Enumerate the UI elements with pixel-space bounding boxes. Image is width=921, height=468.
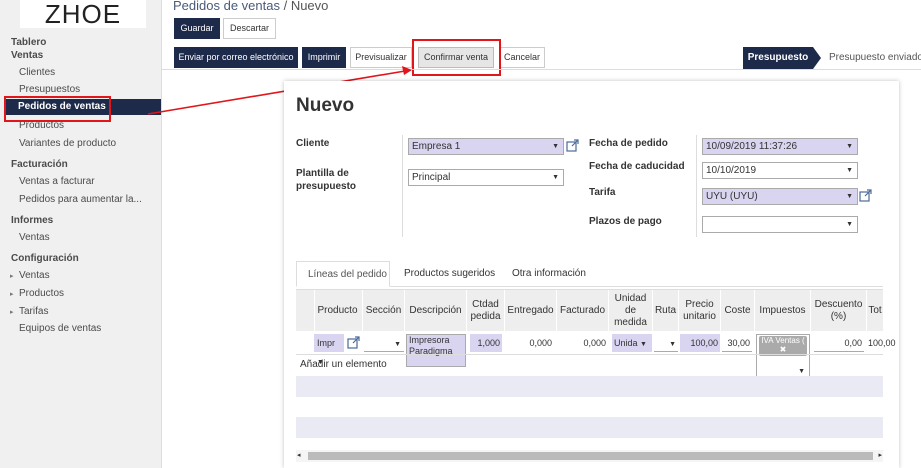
column-header[interactable]: Sección — [362, 290, 404, 332]
expiry-date-label: Fecha de caducidad — [589, 161, 685, 172]
column-header[interactable]: Descripción — [404, 290, 466, 332]
scroll-left-icon[interactable]: ◂ — [297, 450, 301, 462]
column-header[interactable]: Unidad de medida — [608, 290, 652, 332]
close-icon[interactable]: ✖ — [780, 345, 787, 354]
pricelist-label: Tarifa — [589, 187, 616, 198]
payment-terms-field[interactable]: ▼ — [702, 216, 858, 233]
pricelist-value: UYU (UYU) — [706, 191, 758, 202]
total-cell: 100,00 — [868, 338, 896, 348]
divider — [402, 135, 403, 237]
cost-cell[interactable]: 30,00 — [722, 334, 752, 352]
chevron-down-icon: ▼ — [640, 341, 647, 348]
section-cell[interactable]: ▼ — [364, 334, 404, 352]
column-header[interactable]: Tot — [866, 290, 883, 332]
table-header: Producto Sección Descripción Ctdad pedid… — [296, 289, 883, 332]
column-header[interactable]: Ruta — [652, 290, 678, 332]
tax-cell[interactable]: IVA Ventas (✖ ▼ — [756, 334, 810, 380]
order-date-value: 10/09/2019 11:37:26 — [706, 141, 798, 152]
template-label: Plantilla de presupuesto — [296, 168, 357, 192]
expiry-date-value: 10/10/2019 — [706, 165, 757, 176]
expiry-date-field[interactable]: 10/10/2019 ▼ — [702, 162, 858, 179]
template-value: Principal — [412, 172, 451, 183]
external-link-icon[interactable] — [347, 336, 360, 349]
column-header[interactable]: Facturado — [556, 290, 608, 332]
column-header[interactable]: Descuento (%) — [810, 290, 866, 332]
payment-terms-label: Plazos de pago — [589, 216, 662, 227]
column-header[interactable]: Ctdad pedida — [466, 290, 504, 332]
invoiced-cell: 0,000 — [583, 338, 606, 348]
tab-other-info[interactable]: Otra información — [512, 261, 586, 287]
external-link-icon[interactable] — [566, 139, 579, 152]
discount-cell[interactable]: 0,00 — [814, 334, 864, 352]
order-date-field[interactable]: 10/09/2019 11:37:26 ▼ — [702, 138, 858, 155]
tab-bar: Líneas del pedido Productos sugeridos Ot… — [296, 261, 883, 287]
column-header[interactable]: Coste — [720, 290, 754, 332]
qty-cell[interactable]: 1,000 — [470, 334, 502, 352]
horizontal-scrollbar[interactable]: ◂ ▸ — [296, 450, 883, 462]
tax-value: IVA Ventas ( — [761, 336, 805, 345]
add-item-link[interactable]: Añadir un elemento — [300, 359, 387, 370]
chevron-down-icon: ▼ — [552, 174, 559, 181]
table-row — [296, 376, 883, 397]
product-value: Impr — [317, 338, 335, 348]
column-header[interactable]: Precio unitario — [678, 290, 720, 332]
chevron-down-icon: ▼ — [669, 341, 676, 348]
external-link-icon[interactable] — [859, 189, 872, 202]
pricelist-field[interactable]: UYU (UYU) ▼ — [702, 188, 858, 205]
tab-order-lines[interactable]: Líneas del pedido — [296, 261, 390, 287]
description-cell[interactable]: Impresora Paradigma — [406, 334, 466, 367]
chevron-down-icon: ▼ — [846, 221, 853, 228]
chevron-down-icon: ▼ — [846, 143, 853, 150]
customer-field[interactable]: Empresa 1 ▼ — [408, 138, 564, 155]
uom-cell[interactable]: Unida ▼ — [612, 334, 652, 352]
price-cell[interactable]: 100,00 — [680, 334, 720, 352]
template-field[interactable]: Principal ▼ — [408, 169, 564, 186]
chevron-down-icon: ▼ — [846, 193, 853, 200]
chevron-down-icon: ▼ — [394, 341, 401, 348]
tab-suggested-products[interactable]: Productos sugeridos — [404, 261, 495, 287]
scroll-right-icon[interactable]: ▸ — [878, 450, 882, 462]
divider — [696, 135, 697, 237]
product-cell[interactable]: Impr ▼ — [314, 334, 344, 366]
form-sheet: Nuevo Cliente Empresa 1 ▼ Plantilla de p… — [284, 81, 899, 468]
customer-value: Empresa 1 — [412, 141, 461, 152]
order-date-label: Fecha de pedido — [589, 138, 668, 149]
uom-value: Unida — [614, 338, 638, 348]
scrollbar-thumb[interactable] — [308, 452, 873, 460]
column-header[interactable]: Entregado — [504, 290, 556, 332]
divider — [296, 354, 883, 355]
tax-tag: IVA Ventas (✖ — [759, 336, 807, 356]
table-row — [296, 417, 883, 438]
column-header[interactable]: Impuestos — [754, 290, 810, 332]
chevron-down-icon: ▼ — [846, 167, 853, 174]
customer-label: Cliente — [296, 138, 330, 149]
chevron-down-icon: ▼ — [552, 143, 559, 150]
page-title: Nuevo — [296, 95, 355, 116]
column-header[interactable]: Producto — [314, 290, 360, 332]
route-cell[interactable]: ▼ — [654, 334, 678, 352]
delivered-cell: 0,000 — [529, 338, 552, 348]
